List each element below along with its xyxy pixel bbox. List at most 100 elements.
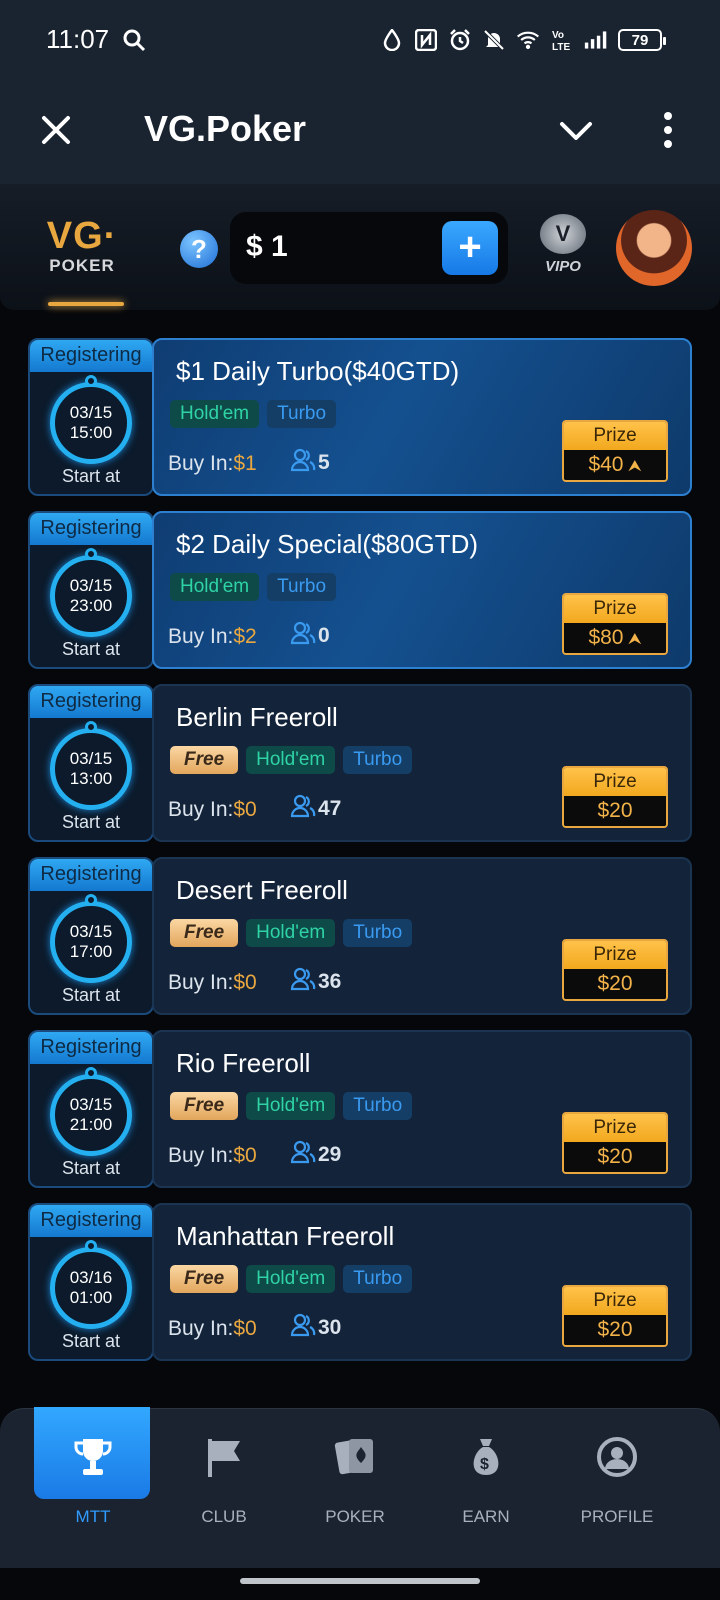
buyin-label: Buy In:: [168, 1144, 234, 1167]
status-bar: 11:07 Vo LTE 79: [0, 0, 720, 80]
prize-label: Prize: [564, 1287, 666, 1315]
prize-label: Prize: [564, 1114, 666, 1142]
svg-text:LTE: LTE: [552, 42, 570, 52]
ring-dot: [85, 548, 97, 560]
buyin-label: Buy In:: [168, 452, 234, 475]
nav-poker[interactable]: POKER: [288, 1409, 422, 1529]
prize-amount: $40: [588, 453, 624, 476]
players-value: 5: [318, 451, 330, 474]
buyin-label: Buy In:: [168, 1317, 234, 1340]
search-icon: [122, 28, 146, 57]
clock-ring-icon: 03/15 23:00: [50, 555, 132, 637]
buyin-label: Buy In:: [168, 798, 234, 821]
nav-label: MTT: [75, 1507, 111, 1526]
clock-ring-icon: 03/15 15:00: [50, 382, 132, 464]
prize-value: $20: [564, 796, 666, 826]
vg-poker-logo[interactable]: VG· POKER: [22, 216, 142, 296]
tag-list: Free Hold'em Turbo: [170, 1092, 413, 1120]
start-time-panel: Registering 03/15 23:00 Start at: [28, 511, 154, 669]
tournament-row[interactable]: Registering 03/15 23:00 Start at $2 Dail…: [28, 511, 692, 669]
nav-label: CLUB: [201, 1507, 247, 1526]
chevron-up-icon: ⮝: [623, 631, 642, 648]
holdem-tag: Hold'em: [170, 400, 260, 428]
app-bar: VG.Poker: [0, 80, 720, 184]
prize-amount: $20: [597, 1318, 633, 1341]
start-datetime: 03/16 01:00: [55, 1268, 127, 1308]
start-time-panel: Registering 03/16 01:00 Start at: [28, 1203, 154, 1361]
buyin-amount: $0: [233, 798, 257, 821]
svg-text:$: $: [480, 1456, 489, 1473]
tournament-row[interactable]: Registering 03/15 15:00 Start at $1 Dail…: [28, 338, 692, 496]
tournament-row[interactable]: Registering 03/15 13:00 Start at Berlin …: [28, 684, 692, 842]
tournament-card[interactable]: Manhattan Freeroll Free Hold'em Turbo Buy …: [152, 1203, 692, 1361]
tournament-row[interactable]: Registering 03/16 01:00 Start at Manhatt…: [28, 1203, 692, 1361]
tournament-card[interactable]: Rio Freeroll Free Hold'em Turbo Buy In:$0 …: [152, 1030, 692, 1188]
help-icon[interactable]: ?: [180, 230, 218, 268]
tag-list: Hold'em Turbo: [170, 400, 337, 428]
turbo-tag: Turbo: [343, 1265, 413, 1293]
start-time: 01:00: [69, 1288, 113, 1307]
players-icon: [290, 967, 316, 997]
mute-icon: [482, 28, 506, 52]
start-date: 03/15: [69, 749, 113, 768]
buyin-amount: $1: [233, 452, 257, 475]
turbo-tag: Turbo: [343, 746, 413, 774]
nav-club[interactable]: CLUB: [157, 1409, 291, 1529]
tournament-card[interactable]: $2 Daily Special($80GTD) Hold'em Turbo Bu…: [152, 511, 692, 669]
turbo-tag: Turbo: [343, 1092, 413, 1120]
page-title: VG.Poker: [144, 108, 307, 149]
prize-value: $20: [564, 969, 666, 999]
prize-label: Prize: [564, 422, 666, 450]
prize-box: Prize $20: [562, 1112, 668, 1174]
clock-ring-icon: 03/15 21:00: [50, 1074, 132, 1156]
buyin-label: Buy In:: [168, 971, 234, 994]
tournament-card[interactable]: Berlin Freeroll Free Hold'em Turbo Buy In:…: [152, 684, 692, 842]
buyin-amount: $0: [233, 1317, 257, 1340]
lobby-header: VG· POKER ? $ 1 + V VIPO: [0, 184, 720, 310]
nav-profile[interactable]: PROFILE: [550, 1409, 684, 1529]
tournament-row[interactable]: Registering 03/15 17:00 Start at Desert …: [28, 857, 692, 1015]
buyin: Buy In:$0: [168, 798, 257, 822]
vip-badge[interactable]: V VIPO: [538, 214, 588, 284]
chevron-down-icon[interactable]: [558, 116, 594, 146]
tournament-card[interactable]: Desert Freeroll Free Hold'em Turbo Buy In:…: [152, 857, 692, 1015]
buyin-amount: $0: [233, 1144, 257, 1167]
nfc-icon: [414, 28, 438, 52]
player-count: 0: [290, 621, 330, 651]
tournament-title: Desert Freeroll: [176, 875, 348, 905]
players-icon: [290, 448, 316, 478]
prize-value: $80 ⮝: [564, 623, 666, 653]
more-options-icon[interactable]: [660, 110, 676, 150]
buyin: Buy In:$1: [168, 452, 257, 476]
start-datetime: 03/15 17:00: [55, 922, 127, 962]
player-count: 29: [290, 1140, 341, 1170]
start-time-panel: Registering 03/15 21:00 Start at: [28, 1030, 154, 1188]
ring-dot: [85, 894, 97, 906]
start-datetime: 03/15 13:00: [55, 749, 127, 789]
buyin-label: Buy In:: [168, 625, 234, 648]
tournament-row[interactable]: Registering 03/15 21:00 Start at Rio Fre…: [28, 1030, 692, 1188]
tournament-title: $1 Daily Turbo($40GTD): [176, 356, 460, 386]
holdem-tag: Hold'em: [246, 1265, 336, 1293]
prize-amount: $80: [588, 626, 624, 649]
nav-earn[interactable]: $ EARN: [419, 1409, 553, 1529]
free-tag: Free: [170, 1265, 239, 1293]
balance-amount: $ 1: [246, 230, 288, 263]
nav-mtt[interactable]: MTT: [26, 1407, 160, 1529]
close-icon[interactable]: [38, 112, 74, 148]
status-badge: Registering: [30, 340, 152, 372]
home-indicator: [240, 1578, 480, 1584]
add-funds-button[interactable]: +: [442, 221, 498, 275]
clock-ring-icon: 03/15 13:00: [50, 728, 132, 810]
start-label: Start at: [61, 985, 121, 1005]
turbo-tag: Turbo: [343, 919, 413, 947]
nav-label: POKER: [325, 1507, 385, 1526]
prize-box: Prize $80 ⮝: [562, 593, 668, 655]
nav-label: EARN: [462, 1507, 510, 1526]
buyin: Buy In:$0: [168, 1144, 257, 1168]
start-date: 03/16: [69, 1268, 113, 1287]
start-date: 03/15: [69, 403, 113, 422]
avatar[interactable]: [616, 210, 692, 286]
status-badge: Registering: [30, 859, 152, 891]
tournament-card[interactable]: $1 Daily Turbo($40GTD) Hold'em Turbo Buy …: [152, 338, 692, 496]
